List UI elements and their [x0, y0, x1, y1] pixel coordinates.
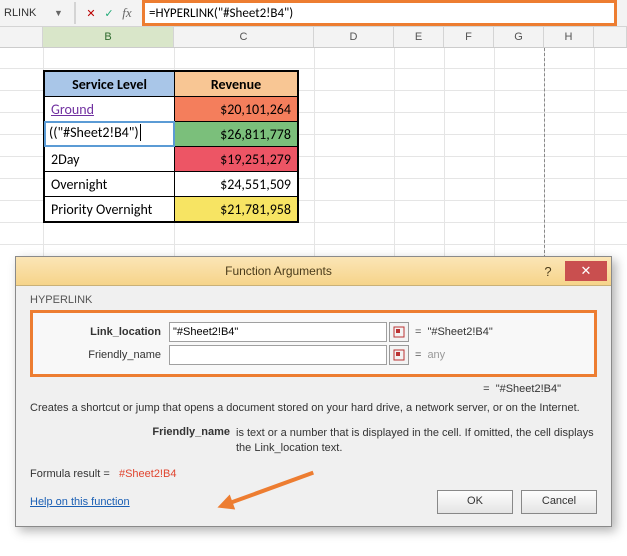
arg1-input[interactable]: [169, 322, 387, 342]
worksheet-grid[interactable]: Service Level Revenue Ground $20,101,264…: [0, 48, 627, 258]
cell-revenue-4[interactable]: $21,781,958: [175, 197, 299, 223]
column-header-c[interactable]: C: [174, 27, 314, 47]
separator: [74, 2, 76, 24]
table-row: Overnight $24,551,509: [44, 172, 298, 197]
function-description: Creates a shortcut or jump that opens a …: [30, 401, 597, 416]
column-header-partial: [594, 27, 627, 47]
arg1-result: "#Sheet2!B4": [427, 326, 492, 338]
page-break-line: [544, 48, 545, 258]
equals-sign: =: [415, 326, 421, 338]
column-header-e[interactable]: E: [394, 27, 444, 47]
table-row: Priority Overnight $21,781,958: [44, 197, 298, 223]
cell-service-2day[interactable]: 2Day: [44, 147, 175, 172]
cancel-button[interactable]: Cancel: [521, 490, 597, 514]
arg2-label: Friendly_name: [41, 349, 169, 361]
fx-icon[interactable]: fx: [118, 5, 136, 21]
equals-sign: =: [415, 349, 421, 361]
corner-cell[interactable]: [0, 27, 43, 47]
cancel-formula-icon[interactable]: ✕: [82, 7, 100, 20]
cell-revenue-2[interactable]: $19,251,279: [175, 147, 299, 172]
column-header-f[interactable]: F: [444, 27, 494, 47]
formula-input[interactable]: =HYPERLINK("#Sheet2!B4"): [142, 0, 617, 26]
name-box-dropdown-icon[interactable]: ▼: [54, 8, 68, 18]
enter-formula-icon[interactable]: ✓: [100, 7, 118, 20]
table-row: Ground $20,101,264: [44, 97, 298, 122]
ok-button[interactable]: OK: [437, 490, 513, 514]
data-table: Service Level Revenue Ground $20,101,264…: [43, 70, 299, 223]
header-service-level[interactable]: Service Level: [44, 71, 175, 97]
cell-edit-overlay[interactable]: (("#Sheet2!B4"): [44, 121, 175, 147]
function-arguments-dialog: Function Arguments ? ✕ HYPERLINK Link_lo…: [15, 256, 612, 527]
cell-service-priority[interactable]: Priority Overnight: [44, 197, 175, 223]
formula-text: =HYPERLINK("#Sheet2!B4"): [149, 6, 293, 21]
arg2-input[interactable]: [169, 345, 387, 365]
formula-bar: RLINK ▼ ✕ ✓ fx =HYPERLINK("#Sheet2!B4"): [0, 0, 627, 27]
column-header-h[interactable]: H: [544, 27, 594, 47]
cell-revenue-3[interactable]: $24,551,509: [175, 172, 299, 197]
cell-service-overnight[interactable]: Overnight: [44, 172, 175, 197]
header-revenue[interactable]: Revenue: [175, 71, 299, 97]
overall-result-line: = "#Sheet2!B4": [30, 383, 597, 395]
function-name: HYPERLINK: [30, 294, 597, 306]
column-headers: B C D E F G H: [0, 27, 627, 48]
cell-revenue-1[interactable]: $26,811,778: [175, 122, 299, 147]
column-header-d[interactable]: D: [314, 27, 394, 47]
name-box[interactable]: RLINK: [0, 7, 54, 19]
dialog-title: Function Arguments: [26, 264, 531, 278]
table-row: 2Day $19,251,279: [44, 147, 298, 172]
cell-editing[interactable]: (("#Sheet2!B4"): [44, 122, 175, 147]
arg2-result: any: [427, 349, 445, 361]
cell-service-ground[interactable]: Ground: [44, 97, 175, 122]
cell-revenue-0[interactable]: $20,101,264: [175, 97, 299, 122]
text-cursor: [140, 124, 141, 141]
argument-description: Friendly_name is text or a number that i…: [30, 426, 597, 456]
table-row: (("#Sheet2!B4") $26,811,778: [44, 122, 298, 147]
ref-edit-icon[interactable]: [389, 345, 409, 365]
help-icon[interactable]: ?: [531, 264, 565, 279]
ref-edit-icon[interactable]: [389, 322, 409, 342]
column-header-g[interactable]: G: [494, 27, 544, 47]
close-icon[interactable]: ✕: [565, 261, 607, 281]
arg1-label: Link_location: [41, 326, 169, 338]
column-header-b[interactable]: B: [43, 27, 174, 47]
arguments-frame: Link_location = "#Sheet2!B4" Friendly_na…: [30, 310, 597, 377]
dialog-titlebar[interactable]: Function Arguments ? ✕: [16, 257, 611, 286]
